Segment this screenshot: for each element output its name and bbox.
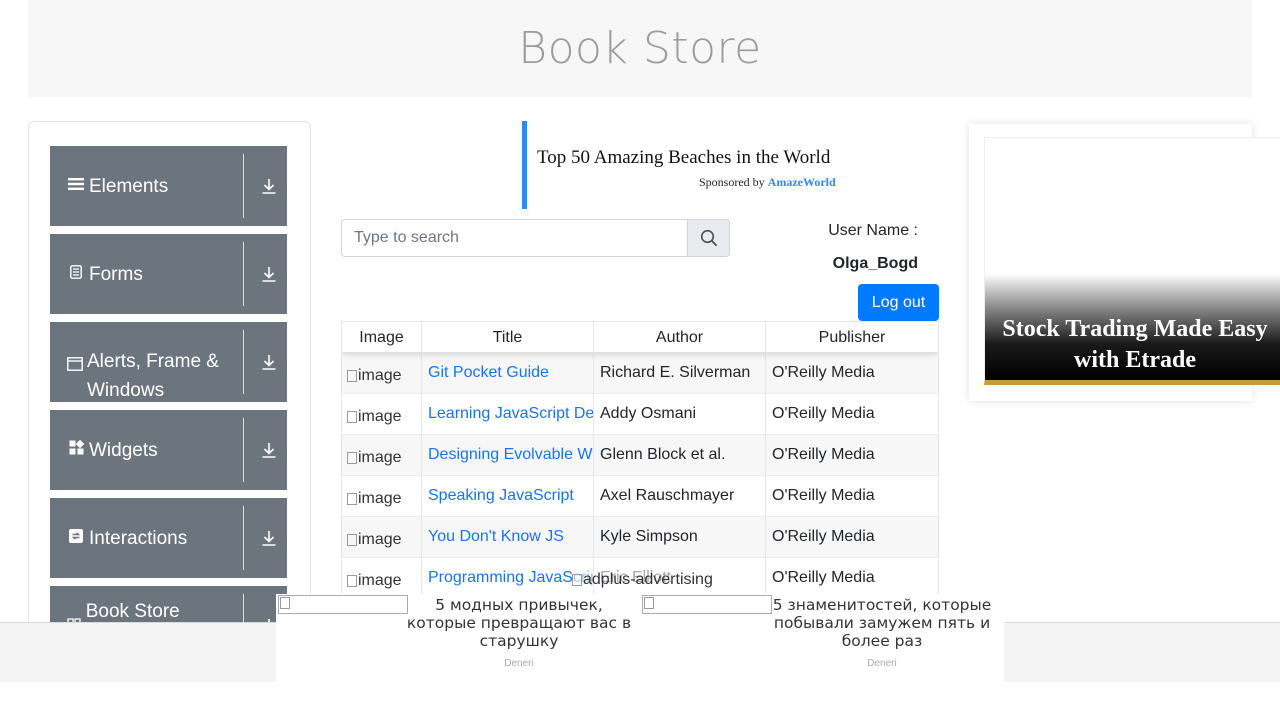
download-icon[interactable]	[258, 234, 280, 314]
table-row: image Designing Evolvable Web APIs with …	[342, 435, 938, 476]
sidebar-group-interactions[interactable]: Interactions	[50, 498, 287, 578]
book-title-link[interactable]: Learning JavaScript Design Patterns	[428, 405, 593, 423]
ad-banner-etrade[interactable]: Stock Trading Made Easy with Etrade	[969, 124, 1280, 401]
search-button[interactable]	[687, 220, 729, 256]
search-input[interactable]	[342, 220, 687, 256]
native-ad-image[interactable]	[278, 595, 408, 614]
broken-image-icon	[347, 575, 357, 587]
column-header-author[interactable]: Author	[594, 322, 766, 353]
native-ad-widget: 5 модных привычек, которые превращают ва…	[276, 594, 1004, 682]
book-author: Richard E. Silverman	[594, 353, 766, 393]
native-ad-source: Deneri	[504, 658, 534, 669]
window-icon	[67, 352, 83, 381]
broken-image-icon	[347, 493, 357, 505]
book-author: Axel Rauschmayer	[594, 476, 766, 516]
download-icon[interactable]	[258, 498, 280, 578]
search-box	[341, 219, 730, 257]
logout-button[interactable]: Log out	[858, 284, 939, 321]
ad-text: Stock Trading Made Easy with Etrade	[1002, 316, 1268, 373]
adplus-advertising-label: adplus-advertising	[572, 571, 713, 589]
divider	[243, 506, 244, 570]
form-icon	[67, 260, 85, 289]
native-ad-title[interactable]: 5 модных привычек, которые превращают ва…	[406, 596, 632, 650]
ad-banner-beaches[interactable]: Top 50 Amazing Beaches in the World Spon…	[522, 121, 862, 209]
page-title: Book Store	[518, 23, 762, 74]
table-row: image Git Pocket Guide Richard E. Silver…	[342, 353, 938, 394]
book-publisher: O'Reilly Media	[772, 569, 875, 586]
book-title-link[interactable]: You Don't Know JS	[428, 528, 564, 546]
table-header: Image Title Author Publisher	[342, 321, 938, 353]
menu-icon	[67, 172, 85, 201]
sidebar-group-elements[interactable]: Elements	[50, 146, 287, 226]
book-author: Glenn Block et al.	[594, 435, 766, 475]
ad-sponsor-line: Sponsored by AmazeWorld	[699, 175, 836, 189]
broken-image-icon	[644, 597, 654, 609]
book-title-link[interactable]: Speaking JavaScript	[428, 487, 574, 505]
table-row: image Learning JavaScript Design Pattern…	[342, 394, 938, 435]
native-ad-image[interactable]	[642, 595, 772, 614]
broken-image-icon	[572, 574, 582, 586]
sidebar-group-label: Elements	[89, 175, 169, 197]
divider	[243, 242, 244, 306]
broken-image-icon	[347, 411, 357, 423]
interactions-icon	[67, 524, 85, 553]
sidebar-group-forms[interactable]: Forms	[50, 234, 287, 314]
book-publisher: O'Reilly Media	[772, 528, 875, 545]
sidebar-group-alerts[interactable]: Alerts, Frame & Windows	[50, 322, 287, 402]
book-author: Addy Osmani	[594, 394, 766, 434]
broken-image-icon	[280, 597, 290, 609]
book-title-link[interactable]: Git Pocket Guide	[428, 364, 549, 382]
ad-sponsor-link[interactable]: AmazeWorld	[768, 175, 836, 189]
book-publisher: O'Reilly Media	[772, 405, 875, 422]
book-title-link[interactable]: Designing Evolvable Web APIs with ASP.NE…	[428, 446, 593, 464]
book-title-link[interactable]: Programming JavaScript Applications	[428, 569, 593, 587]
table-row: image Speaking JavaScript Axel Rauschmay…	[342, 476, 938, 517]
book-author: Kyle Simpson	[594, 517, 766, 557]
column-header-publisher[interactable]: Publisher	[766, 322, 938, 353]
broken-image-icon	[347, 534, 357, 546]
user-name-label: User Name :	[828, 222, 918, 239]
sidebar-group-widgets[interactable]: Widgets	[50, 410, 287, 490]
broken-image-icon	[347, 370, 357, 382]
book-cover-image: image	[347, 449, 402, 467]
download-icon[interactable]	[258, 146, 280, 226]
page-header: Book Store	[28, 0, 1252, 97]
book-publisher: O'Reilly Media	[772, 364, 875, 381]
sidebar-group-label: Interactions	[89, 527, 188, 549]
native-ad-title[interactable]: 5 знаменитостей, которые побывали замуже…	[769, 596, 995, 650]
sidebar: Elements Forms Alerts, Frame & Windows W…	[28, 121, 311, 681]
divider	[243, 418, 244, 482]
book-publisher: O'Reilly Media	[772, 487, 875, 504]
sidebar-group-label: Forms	[89, 263, 143, 285]
book-cover-image: image	[347, 531, 402, 549]
download-icon[interactable]	[258, 410, 280, 490]
book-cover-image: image	[347, 408, 402, 426]
book-cover-image: image	[347, 490, 402, 508]
column-header-image[interactable]: Image	[342, 322, 422, 353]
ad-title[interactable]: Top 50 Amazing Beaches in the World	[537, 147, 830, 169]
download-icon[interactable]	[258, 322, 280, 402]
book-publisher: O'Reilly Media	[772, 446, 875, 463]
book-cover-image: image	[347, 572, 402, 590]
column-header-title[interactable]: Title	[422, 322, 594, 353]
native-ad-source: Deneri	[867, 658, 897, 669]
divider	[243, 154, 244, 218]
ad-image[interactable]: Stock Trading Made Easy with Etrade	[984, 137, 1280, 385]
sidebar-group-label: Widgets	[89, 439, 158, 461]
search-icon	[700, 229, 717, 247]
sidebar-group-label: Alerts, Frame & Windows	[87, 351, 219, 401]
table-row: image You Don't Know JS Kyle Simpson O'R…	[342, 517, 938, 558]
divider	[243, 330, 244, 394]
broken-image-icon	[347, 452, 357, 464]
user-name-value: Olga_Bogd	[832, 255, 918, 272]
widgets-icon	[67, 436, 85, 465]
book-cover-image: image	[347, 367, 402, 385]
